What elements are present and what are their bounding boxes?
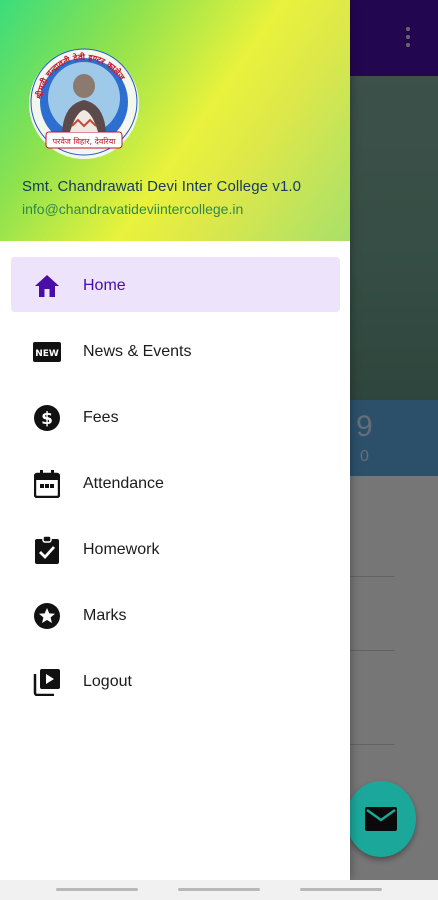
- svg-text:NEW: NEW: [35, 349, 59, 359]
- contact-email[interactable]: info@chandravatideviintercollege.in: [22, 201, 243, 217]
- drawer-menu: Home NEW News & Events $ Fees Attendance…: [0, 252, 350, 714]
- video-library-icon: [33, 668, 61, 696]
- menu-label: Attendance: [83, 475, 164, 492]
- nav-handle[interactable]: [178, 888, 260, 891]
- logo-text-bottom: परवेज विहार, देवरिया: [53, 136, 117, 146]
- nav-handle[interactable]: [300, 888, 382, 891]
- assignment-check-icon: [33, 536, 61, 564]
- drawer-header: श्रीमती चन्द्रावती देवी इण्टर कालेज परवे…: [0, 0, 350, 241]
- menu-item-home[interactable]: Home: [0, 252, 350, 318]
- dollar-circle-icon: $: [33, 404, 61, 432]
- menu-label: Logout: [83, 673, 132, 690]
- menu-label: Home: [83, 277, 126, 294]
- system-gesture-bar: [0, 880, 438, 900]
- menu-item-attendance[interactable]: Attendance: [0, 450, 350, 516]
- calendar-icon: [33, 470, 61, 498]
- svg-text:$: $: [41, 409, 53, 429]
- menu-item-logout[interactable]: Logout: [0, 648, 350, 714]
- menu-label: Homework: [83, 541, 160, 558]
- menu-item-marks[interactable]: Marks: [0, 582, 350, 648]
- star-circle-icon: [33, 602, 61, 630]
- navigation-drawer: श्रीमती चन्द्रावती देवी इण्टर कालेज परवे…: [0, 0, 350, 880]
- menu-item-news-events[interactable]: NEW News & Events: [0, 318, 350, 384]
- new-badge-icon: NEW: [33, 338, 61, 366]
- home-icon: [33, 272, 61, 300]
- menu-item-homework[interactable]: Homework: [0, 516, 350, 582]
- menu-item-fees[interactable]: $ Fees: [0, 384, 350, 450]
- menu-label: Marks: [83, 607, 127, 624]
- menu-label: Fees: [83, 409, 119, 426]
- mail-icon: [365, 807, 397, 831]
- nav-handle[interactable]: [56, 888, 138, 891]
- app-title: Smt. Chandrawati Devi Inter College v1.0: [22, 178, 302, 195]
- menu-label: News & Events: [83, 343, 192, 360]
- mail-fab[interactable]: [346, 781, 416, 857]
- college-logo: श्रीमती चन्द्रावती देवी इण्टर कालेज परवे…: [26, 48, 142, 160]
